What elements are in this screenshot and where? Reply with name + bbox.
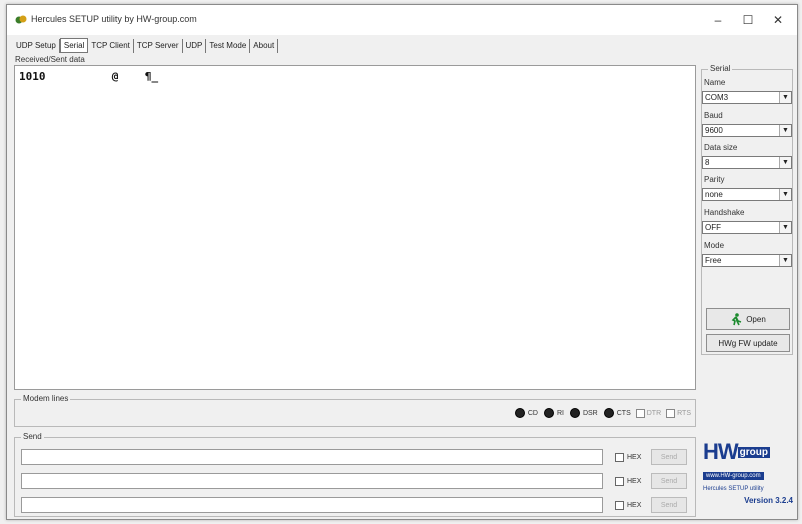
hex-checkbox-1[interactable]: HEX <box>615 453 641 462</box>
port-name-select[interactable]: COM3 ▼ <box>702 91 792 104</box>
minimize-button[interactable]: – <box>703 9 733 31</box>
modem-lines-group: Modem lines CD RI DSR CTS DTR RTS <box>14 394 696 427</box>
cts-indicator: CTS <box>603 408 631 418</box>
send-group-title: Send <box>21 432 44 441</box>
baud-value: 9600 <box>705 126 723 135</box>
rts-checkbox[interactable]: RTS <box>666 408 691 418</box>
chevron-down-icon: ▼ <box>779 189 791 200</box>
checkbox-icon <box>615 477 624 486</box>
data-size-value: 8 <box>705 158 710 167</box>
baud-label: Baud <box>704 111 723 120</box>
led-icon <box>603 408 614 418</box>
window-title: Hercules SETUP utility by HW-group.com <box>31 14 197 24</box>
send-input-1[interactable] <box>21 449 603 465</box>
cd-indicator: CD <box>514 408 538 418</box>
checkbox-icon <box>635 408 645 418</box>
modem-lines-title: Modem lines <box>21 394 71 403</box>
ri-label: RI <box>556 409 564 417</box>
hex-checkbox-3[interactable]: HEX <box>615 501 641 510</box>
received-data-label: Received/Sent data <box>15 55 85 64</box>
tab-udp-setup[interactable]: UDP Setup <box>13 39 60 53</box>
maximize-button[interactable]: ☐ <box>733 9 763 31</box>
checkbox-icon <box>615 501 624 510</box>
tab-serial[interactable]: Serial <box>59 38 89 53</box>
serial-group-title: Serial <box>708 64 733 73</box>
hwg-fw-update-button[interactable]: HWg FW update <box>706 334 790 352</box>
logo-app-name: Hercules SETUP utility <box>703 486 764 493</box>
parity-select[interactable]: none ▼ <box>702 188 792 201</box>
logo-brand-sub: group <box>737 447 770 459</box>
logo-brand-main: HW <box>703 439 739 464</box>
dsr-indicator: DSR <box>569 408 598 418</box>
handshake-label: Handshake <box>704 208 745 217</box>
hw-group-logo[interactable]: HW group www.HW-group.com Hercules SETUP … <box>703 441 797 505</box>
tab-test-mode[interactable]: Test Mode <box>206 39 251 53</box>
parity-value: none <box>705 190 723 199</box>
name-label: Name <box>704 78 726 87</box>
led-icon <box>514 408 525 418</box>
chevron-down-icon: ▼ <box>779 222 791 233</box>
send-button-1[interactable]: Send <box>651 449 687 465</box>
send-input-3[interactable] <box>21 497 603 513</box>
dtr-checkbox[interactable]: DTR <box>635 408 662 418</box>
logo-url: www.HW-group.com <box>703 472 764 481</box>
tab-bar: UDP Setup Serial TCP Client TCP Server U… <box>13 38 279 53</box>
mode-label: Mode <box>704 241 725 250</box>
dsr-label: DSR <box>582 409 598 417</box>
serial-group: Serial Name COM3 ▼ Baud 9600 ▼ Data size… <box>701 64 793 355</box>
running-man-icon <box>731 312 742 325</box>
hex-label: HEX <box>627 478 642 485</box>
hex-checkbox-2[interactable]: HEX <box>615 477 641 486</box>
handshake-select[interactable]: OFF ▼ <box>702 221 792 234</box>
version-label: Version 3.2.4 <box>744 496 793 506</box>
baud-select[interactable]: 9600 ▼ <box>702 124 792 137</box>
checkbox-icon <box>615 453 624 462</box>
logo-brand: HW group <box>703 441 797 464</box>
chevron-down-icon: ▼ <box>779 157 791 168</box>
tab-tcp-server[interactable]: TCP Server <box>134 39 183 53</box>
tab-udp[interactable]: UDP <box>183 39 207 53</box>
led-icon <box>543 408 554 418</box>
handshake-value: OFF <box>705 223 721 232</box>
parity-label: Parity <box>704 175 725 184</box>
open-button-label: Open <box>746 314 766 324</box>
close-button[interactable]: ✕ <box>763 9 793 31</box>
data-size-label: Data size <box>704 143 738 152</box>
rts-label: RTS <box>677 409 691 417</box>
modem-indicators: CD RI DSR CTS DTR RTS <box>509 408 691 418</box>
app-icon <box>15 15 27 24</box>
cd-label: CD <box>527 409 538 417</box>
mode-value: Free <box>705 256 722 265</box>
chevron-down-icon: ▼ <box>779 125 791 136</box>
ri-indicator: RI <box>543 408 564 418</box>
checkbox-icon <box>666 408 676 418</box>
data-size-select[interactable]: 8 ▼ <box>702 156 792 169</box>
hex-label: HEX <box>627 454 642 461</box>
chevron-down-icon: ▼ <box>779 92 791 103</box>
tab-about[interactable]: About <box>250 39 279 53</box>
send-input-2[interactable] <box>21 473 603 489</box>
received-data-text: 1010 @ ¶_ <box>19 70 159 83</box>
send-button-2[interactable]: Send <box>651 473 687 489</box>
title-bar[interactable]: Hercules SETUP utility by HW-group.com –… <box>7 5 797 35</box>
send-button-3[interactable]: Send <box>651 497 687 513</box>
open-button[interactable]: Open <box>706 308 790 330</box>
port-name-value: COM3 <box>705 93 729 102</box>
cts-label: CTS <box>616 409 631 417</box>
app-window: Hercules SETUP utility by HW-group.com –… <box>6 4 798 520</box>
chevron-down-icon: ▼ <box>779 255 791 266</box>
tab-tcp-client[interactable]: TCP Client <box>88 39 134 53</box>
received-data-area[interactable]: 1010 @ ¶_ <box>14 65 696 390</box>
led-icon <box>569 408 580 418</box>
mode-select[interactable]: Free ▼ <box>702 254 792 267</box>
dtr-label: DTR <box>646 409 662 417</box>
hex-label: HEX <box>627 502 642 509</box>
